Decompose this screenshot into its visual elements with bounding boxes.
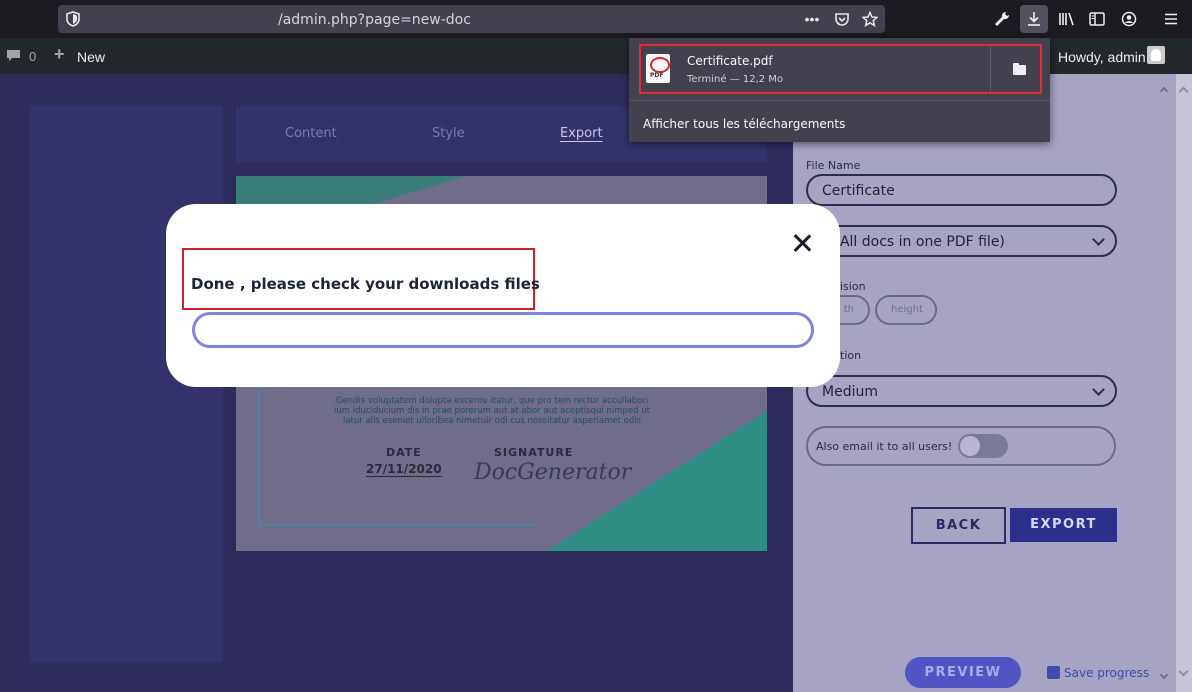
star-icon[interactable]: [862, 11, 878, 27]
progress-bar: [192, 312, 814, 348]
divider: [990, 46, 991, 92]
file-name-label: File Name: [806, 159, 861, 172]
tab-style[interactable]: Style: [432, 126, 465, 141]
chevron-down-icon: [1092, 383, 1105, 396]
chevron-down-icon: [1092, 233, 1105, 246]
download-status: Terminé — 12,2 Mo: [687, 74, 784, 85]
more-icon[interactable]: •••: [804, 11, 820, 27]
wrench-icon[interactable]: [991, 8, 1013, 30]
download-file-name: Certificate.pdf: [687, 54, 773, 68]
export-button[interactable]: EXPORT: [1010, 508, 1117, 542]
url-bar[interactable]: /admin.php?page=new-doc •••: [58, 5, 885, 33]
url-text[interactable]: /admin.php?page=new-doc: [278, 12, 471, 28]
comment-icon[interactable]: [6, 49, 21, 63]
scroll-up-icon[interactable]: [1178, 86, 1189, 97]
scroll-up-icon[interactable]: [1159, 86, 1169, 96]
user-greeting[interactable]: Howdy, admin: [1058, 49, 1146, 65]
tab-export[interactable]: Export: [560, 126, 603, 141]
page-scrollbar[interactable]: [1176, 74, 1192, 692]
plus-icon[interactable]: +: [54, 44, 65, 65]
download-icon[interactable]: [1020, 5, 1048, 33]
back-button[interactable]: BACK: [911, 507, 1006, 544]
folder-icon[interactable]: [1013, 63, 1026, 75]
certificate-body-text: Gendis voluptatem dolupta excerov itatur…: [334, 396, 650, 426]
downloads-panel: PDF Certificate.pdf Terminé — 12,2 Mo Af…: [629, 38, 1050, 142]
resolution-value: Medium: [822, 384, 878, 400]
save-progress-label: Save progress: [1064, 666, 1150, 680]
pocket-icon[interactable]: [834, 11, 850, 27]
divider: [629, 100, 1050, 101]
library-icon[interactable]: [1056, 8, 1078, 30]
modal-message: Done , please check your downloads files: [191, 275, 540, 293]
new-content-link[interactable]: New: [77, 49, 105, 65]
email-label: Also email it to all users!: [816, 440, 953, 453]
height-field[interactable]: height: [875, 295, 937, 325]
done-modal: Done , please check your downloads files: [166, 204, 840, 387]
signature-label: SIGNATURE: [494, 446, 574, 459]
file-name-field[interactable]: Certificate: [806, 174, 1117, 206]
scroll-down-icon[interactable]: [1159, 670, 1169, 680]
close-icon[interactable]: [792, 233, 812, 253]
signature-value: DocGenerator: [474, 460, 632, 485]
tab-content[interactable]: Content: [285, 126, 337, 141]
date-label: DATE: [386, 446, 422, 459]
resolution-select[interactable]: Medium: [806, 375, 1117, 407]
format-value: F (All docs in one PDF file): [822, 234, 1005, 250]
browser-toolbar: /admin.php?page=new-doc •••: [0, 0, 1192, 38]
shield-icon[interactable]: [66, 11, 80, 27]
menu-icon[interactable]: [1160, 8, 1182, 30]
download-item[interactable]: PDF Certificate.pdf Terminé — 12,2 Mo: [639, 44, 1042, 94]
sidebar-icon[interactable]: [1086, 8, 1108, 30]
scroll-down-icon[interactable]: [1178, 666, 1189, 677]
account-icon[interactable]: [1118, 8, 1140, 30]
floppy-disk-icon: [1047, 666, 1060, 679]
panel-scrollbar[interactable]: [1158, 82, 1172, 682]
format-select[interactable]: F (All docs in one PDF file): [806, 225, 1117, 257]
comment-count[interactable]: 0: [29, 49, 36, 64]
preview-button[interactable]: PREVIEW: [905, 657, 1021, 688]
resolution-label: tion: [840, 349, 862, 362]
pdf-file-icon: PDF: [646, 54, 670, 83]
date-value: 27/11/2020: [366, 462, 442, 477]
show-all-downloads-link[interactable]: Afficher tous les téléchargements: [643, 117, 845, 131]
email-toggle[interactable]: [958, 434, 1008, 458]
dimension-label: ision: [840, 280, 866, 293]
avatar[interactable]: [1147, 46, 1165, 64]
save-progress-link[interactable]: Save progress: [1047, 666, 1149, 680]
